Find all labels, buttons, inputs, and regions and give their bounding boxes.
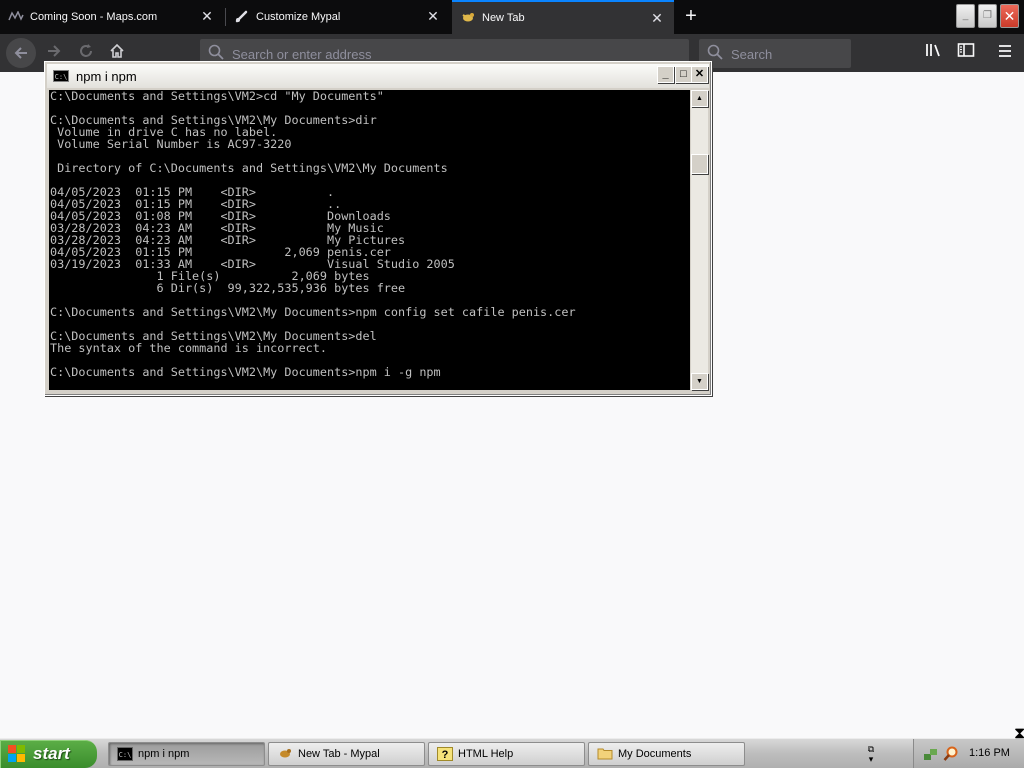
console-output[interactable]: C:\Documents and Settings\VM2>cd "My Doc… [49,90,690,390]
sidebar-icon[interactable] [955,42,977,64]
folder-icon [597,747,613,761]
restore-button[interactable]: ❐ [978,4,997,28]
network-icon[interactable] [923,746,939,762]
console-window[interactable]: C:\ npm i npm _ □ ✕ C:\Documents and Set… [44,61,712,396]
scroll-up-arrow[interactable]: ▲ [691,90,708,107]
console-icon: C:\ [53,70,69,82]
taskbar-item-label: My Documents [618,748,692,760]
search-icon[interactable] [943,746,959,762]
help-icon: ? [437,747,453,761]
close-icon[interactable]: ✕ [650,11,664,25]
menu-icon[interactable] [994,42,1016,64]
clock[interactable]: 1:16 PM [969,747,1010,759]
tab-label: New Tab [482,12,525,24]
tab-bar: Coming Soon - Maps.com ✕ Customize Mypal… [0,0,1024,34]
back-button[interactable] [6,38,36,68]
tab-customize-mypal[interactable]: Customize Mypal ✕ [226,0,450,34]
brush-icon [234,9,250,26]
start-label: start [33,744,70,763]
taskbar-item-html-help[interactable]: ? HTML Help [428,742,585,766]
taskbar-item-label: HTML Help [458,748,514,760]
console-maximize-button[interactable]: □ [675,66,692,83]
system-tray: 1:16 PM [913,739,1024,768]
quick-launch-chevron-icon[interactable]: ⧉ ▾ [864,744,878,764]
console-line: C:\Documents and Settings\VM2>cd "My Doc… [50,90,384,103]
taskbar-item-label: npm i npm [138,748,190,760]
new-tab-button[interactable]: + [680,5,702,27]
start-button[interactable]: start [0,740,97,768]
search-icon [208,44,226,62]
desktop: Coming Soon - Maps.com ✕ Customize Mypal… [0,0,1024,768]
minimize-button[interactable]: _ [956,4,975,28]
taskbar-item-console[interactable]: C:\ npm i npm [108,742,265,766]
hourglass-cursor-icon: ⧗ [1014,725,1024,742]
console-titlebar[interactable]: C:\ npm i npm [47,64,709,88]
tab-label: Coming Soon - Maps.com [30,11,158,23]
console-minimize-button[interactable]: _ [657,66,674,83]
close-icon[interactable]: ✕ [200,9,214,23]
console-scrollbar[interactable]: ▲ ▼ [691,90,708,390]
console-line: Directory of C:\Documents and Settings\V… [50,161,448,175]
console-line: The syntax of the command is incorrect. [50,341,327,355]
mypal-favicon [460,11,476,26]
taskbar: start C:\ npm i npm New Tab - Mypal ? HT… [0,738,1024,768]
taskbar-item-mypal[interactable]: New Tab - Mypal [268,742,425,766]
console-line: Volume Serial Number is AC97-3220 [50,137,292,151]
maps-favicon [8,9,24,24]
search-bar[interactable] [699,39,851,68]
tab-new-tab[interactable]: New Tab ✕ [452,0,674,34]
search-icon [707,44,725,62]
scroll-down-arrow[interactable]: ▼ [691,373,708,390]
tab-coming-soon-maps[interactable]: Coming Soon - Maps.com ✕ [0,0,224,34]
console-line: 6 Dir(s) 99,322,535,936 bytes free [50,281,406,295]
mypal-icon [277,747,293,761]
windows-logo-icon [8,745,26,763]
console-title: npm i npm [76,68,137,84]
scroll-thumb[interactable] [691,154,708,174]
taskbar-item-label: New Tab - Mypal [298,748,380,760]
search-input[interactable] [731,45,841,63]
taskbar-item-my-documents[interactable]: My Documents [588,742,745,766]
console-line: C:\Documents and Settings\VM2\My Documen… [50,365,441,379]
close-window-button[interactable]: ✕ [1000,4,1019,28]
library-icon[interactable] [923,42,945,64]
console-close-button[interactable]: ✕ [691,66,708,83]
tab-label: Customize Mypal [256,11,341,23]
console-icon: C:\ [117,747,133,761]
console-line: C:\Documents and Settings\VM2\My Documen… [50,305,576,319]
close-icon[interactable]: ✕ [426,9,440,23]
